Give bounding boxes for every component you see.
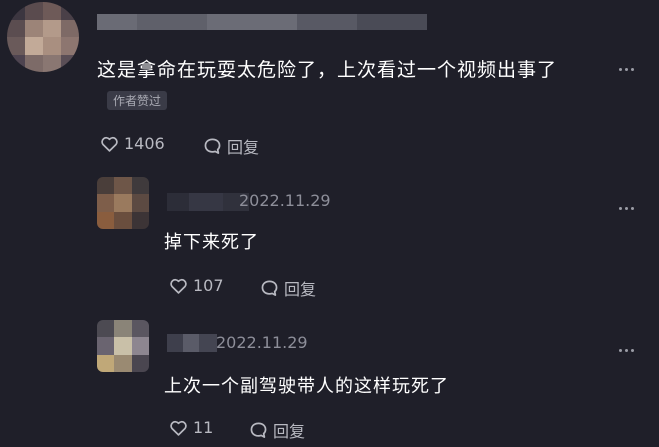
reply-like-count: 107 bbox=[193, 276, 224, 295]
reply-username[interactable] bbox=[167, 193, 249, 211]
heart-icon bbox=[170, 278, 187, 294]
reply-reply-button[interactable]: 回复 bbox=[260, 276, 316, 300]
comment-like-count: 1406 bbox=[124, 134, 165, 153]
more-dots-icon[interactable] bbox=[617, 203, 636, 214]
reply-like-button[interactable]: 11 bbox=[169, 418, 213, 437]
heart-icon bbox=[101, 136, 118, 152]
speech-bubble-icon bbox=[261, 280, 278, 296]
commenter-name[interactable] bbox=[97, 14, 427, 30]
reply-like-button[interactable]: 107 bbox=[169, 276, 224, 295]
reply-like-count: 11 bbox=[193, 418, 214, 437]
reply-text: 上次一个副驾驶带人的这样玩死了 bbox=[164, 376, 449, 397]
reply-date: 2022.11.29 bbox=[216, 333, 308, 352]
reply-reply-label: 回复 bbox=[284, 280, 317, 299]
reply-avatar[interactable] bbox=[97, 320, 149, 372]
reply-reply-button[interactable]: 回复 bbox=[249, 418, 305, 442]
reply-text: 掉下来死了 bbox=[164, 232, 259, 253]
comment-reply-label: 回复 bbox=[227, 138, 260, 157]
reply-reply-label: 回复 bbox=[273, 422, 306, 441]
commenter-avatar[interactable] bbox=[7, 2, 79, 72]
author-liked-badge: 作者赞过 bbox=[107, 91, 168, 110]
comment-reply-button[interactable]: 回复 bbox=[203, 134, 259, 158]
speech-bubble-icon bbox=[204, 138, 221, 154]
comment-text: 这是拿命在玩耍太危险了，上次看过一个视频出事了 bbox=[97, 59, 558, 81]
reply-date: 2022.11.29 bbox=[239, 191, 331, 210]
heart-icon bbox=[170, 420, 187, 436]
more-dots-icon[interactable] bbox=[617, 64, 636, 75]
reply-avatar[interactable] bbox=[97, 177, 149, 229]
comment-like-button[interactable]: 1406 bbox=[100, 134, 165, 153]
reply-username[interactable] bbox=[167, 334, 217, 352]
more-dots-icon[interactable] bbox=[617, 345, 636, 356]
speech-bubble-icon bbox=[250, 422, 267, 438]
